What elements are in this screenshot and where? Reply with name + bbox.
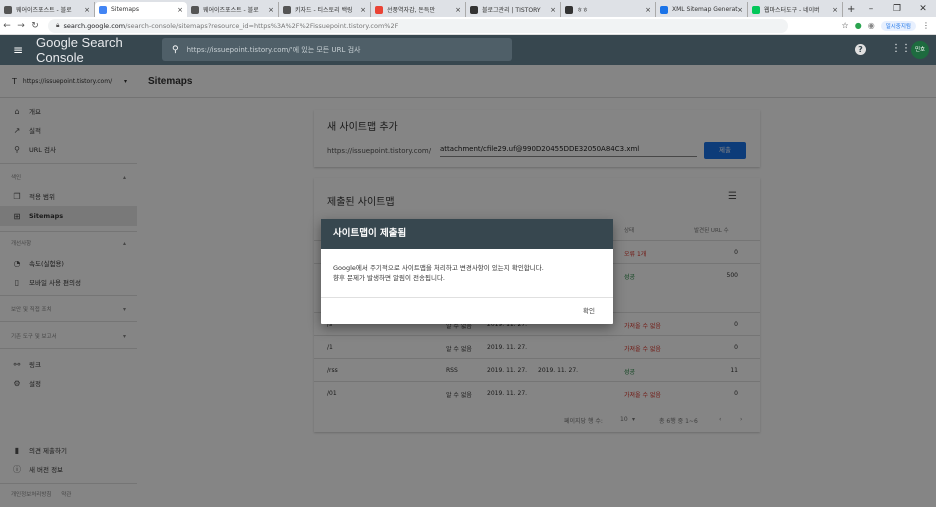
close-tab-icon[interactable]: × xyxy=(268,6,274,14)
close-tab-icon[interactable]: × xyxy=(177,6,183,14)
app-header: ≡ Google Search Console ⚲ https://issuep… xyxy=(0,35,936,65)
tab-label: XML Sitemap Generat xyxy=(672,6,738,13)
divider xyxy=(321,297,613,298)
close-tab-icon[interactable]: × xyxy=(84,6,90,14)
tistory-icon xyxy=(565,5,573,14)
extension-icon-2[interactable]: ◉ xyxy=(868,21,875,30)
close-window-icon[interactable]: ✕ xyxy=(910,4,936,14)
globe-icon xyxy=(191,5,199,14)
google-icon xyxy=(375,5,383,14)
browser-tab[interactable]: 선풍역자감, 돈득만 × xyxy=(371,2,466,17)
browser-tab[interactable]: Sitemaps × xyxy=(95,2,187,17)
close-tab-icon[interactable]: × xyxy=(455,6,461,14)
browser-menu-icon[interactable]: ⋮ xyxy=(922,21,930,30)
sync-paused-button[interactable]: 일시중지됨 xyxy=(880,20,916,31)
dialog-title: 사이트맵이 제출됨 xyxy=(321,219,613,249)
maximize-icon[interactable]: ❐ xyxy=(884,4,910,14)
tab-label: 블로그관리 | TISTORY xyxy=(482,7,541,14)
back-icon[interactable]: ← xyxy=(0,21,14,31)
address-bar: ← → ↻ 🔒︎ search.google.com /search-conso… xyxy=(0,17,936,35)
tab-label: 선풍역자감, 돈득만 xyxy=(387,7,435,14)
url-path: /search-console/sitemaps?resource_id=htt… xyxy=(125,21,399,30)
sitemap-submitted-dialog: 사이트맵이 제출됨 Google에서 주기적으로 사이트맵을 처리하고 변경사항… xyxy=(321,219,613,324)
lock-icon: 🔒︎ xyxy=(56,21,60,29)
browser-tab[interactable]: ㅎㅎ × xyxy=(561,2,656,17)
new-tab-button[interactable]: + xyxy=(843,2,859,17)
close-tab-icon[interactable]: × xyxy=(737,6,743,14)
browser-tab[interactable]: XML Sitemap Generat × xyxy=(656,2,748,17)
close-tab-icon[interactable]: × xyxy=(832,6,838,14)
dialog-line-1: Google에서 주기적으로 사이트맵을 처리하고 변경사항이 있는지 확인합니… xyxy=(333,264,544,272)
globe-icon xyxy=(4,5,12,14)
hamburger-menu-icon[interactable]: ≡ xyxy=(0,43,36,57)
wand-icon xyxy=(283,5,291,14)
browser-tab[interactable]: 웨어이즈포스트 - 블로 × xyxy=(0,2,95,17)
close-tab-icon[interactable]: × xyxy=(645,6,651,14)
minimize-icon[interactable]: – xyxy=(858,4,884,14)
help-icon[interactable]: ? xyxy=(855,44,866,55)
browser-tab[interactable]: 키자드 - 티스토리 백링 × xyxy=(279,2,371,17)
chart-icon xyxy=(660,5,668,14)
tab-label: Sitemaps xyxy=(111,6,139,13)
tistory-icon xyxy=(470,5,478,14)
forward-icon[interactable]: → xyxy=(14,21,28,31)
search-icon: ⚲ xyxy=(172,44,179,55)
star-icon[interactable]: ☆ xyxy=(842,21,849,30)
extension-icon[interactable]: ● xyxy=(855,21,862,30)
tab-label: 웨어이즈포스트 - 블로 xyxy=(203,7,259,14)
app-title: Google Search Console xyxy=(36,35,123,65)
url-field[interactable]: 🔒︎ search.google.com /search-console/sit… xyxy=(48,18,788,33)
reload-icon[interactable]: ↻ xyxy=(28,21,42,31)
naver-icon xyxy=(752,5,760,14)
avatar[interactable]: 민호 xyxy=(911,41,929,59)
tab-label: 키자드 - 티스토리 백링 xyxy=(295,7,353,14)
browser-tab[interactable]: 웹마스터도구 - 네이버 × xyxy=(748,2,843,17)
browser-tab-bar: 웨어이즈포스트 - 블로 × Sitemaps × 웨어이즈포스트 - 블로 × 키자드 -… xyxy=(0,0,936,17)
search-placeholder: https://issuepoint.tistory.com/'에 있는 모든 … xyxy=(186,45,361,54)
dialog-body: Google에서 주기적으로 사이트맵을 처리하고 변경사항이 있는지 확인합니… xyxy=(333,263,608,283)
tab-label: 웹마스터도구 - 네이버 xyxy=(764,7,820,14)
browser-tab[interactable]: 블로그관리 | TISTORY × xyxy=(466,2,561,17)
ok-button[interactable]: 확인 xyxy=(583,305,595,315)
dialog-line-2: 향후 문제가 발생하면 알림이 전송됩니다. xyxy=(333,274,445,282)
url-inspect-search[interactable]: ⚲ https://issuepoint.tistory.com/'에 있는 모… xyxy=(162,38,512,61)
browser-tab[interactable]: 웨어이즈포스트 - 블로 × xyxy=(187,2,279,17)
close-tab-icon[interactable]: × xyxy=(550,6,556,14)
tab-label: 웨어이즈포스트 - 블로 xyxy=(16,7,72,14)
search-console-icon xyxy=(99,5,107,14)
url-host: search.google.com xyxy=(63,21,126,30)
close-tab-icon[interactable]: × xyxy=(360,6,366,14)
tab-label: ㅎㅎ xyxy=(577,7,589,14)
window-controls: – ❐ ✕ xyxy=(858,0,936,17)
